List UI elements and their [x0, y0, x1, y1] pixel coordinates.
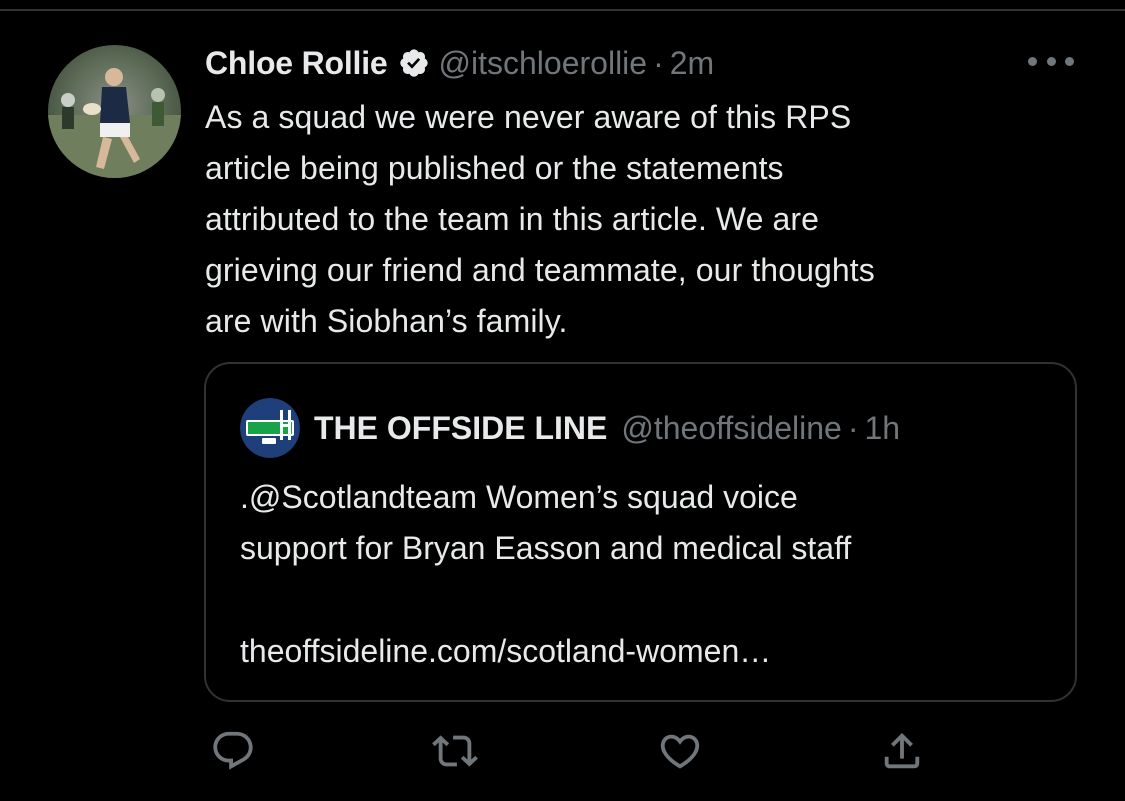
verified-badge-icon	[398, 47, 430, 79]
quoted-display-name[interactable]: THE OFFSIDE LINE	[314, 410, 607, 447]
tweet-timestamp[interactable]: 2m	[670, 45, 714, 82]
share-icon	[884, 732, 920, 769]
avatar[interactable]	[48, 45, 181, 178]
reply-icon	[213, 731, 253, 770]
tweet-actions-bar	[0, 726, 1125, 776]
tweet-text: As a squad we were never aware of this R…	[205, 99, 875, 339]
quoted-tweet-card[interactable]: THE OFFSIDE LINE @theoffsideline · 1h .@…	[204, 362, 1077, 702]
like-button[interactable]	[655, 726, 705, 776]
retweet-icon	[432, 735, 478, 767]
header-separator: ·	[653, 44, 664, 81]
quoted-tweet-text: .@Scotlandteam Women’s squad voice suppo…	[240, 479, 852, 566]
more-options-icon[interactable]	[1028, 52, 1074, 70]
rugby-player-avatar-icon	[48, 45, 181, 178]
share-button[interactable]	[877, 726, 927, 776]
quoted-separator: ·	[847, 409, 859, 446]
author-display-name[interactable]: Chloe Rollie	[205, 45, 388, 82]
reply-button[interactable]	[208, 726, 258, 776]
quoted-tweet-header: THE OFFSIDE LINE @theoffsideline · 1h	[240, 398, 900, 458]
author-handle[interactable]: @itschloerollie	[439, 45, 648, 82]
tweet-header: Chloe Rollie @itschloerollie · 2m	[205, 40, 714, 86]
retweet-button[interactable]	[430, 726, 480, 776]
top-divider	[0, 9, 1125, 11]
the-offside-line-logo-icon	[240, 398, 300, 458]
quoted-tweet-link[interactable]: theoffsideline.com/scotland-women…	[240, 626, 771, 677]
quoted-timestamp[interactable]: 1h	[864, 410, 900, 447]
quoted-handle[interactable]: @theoffsideline	[621, 410, 841, 447]
heart-icon	[660, 734, 700, 769]
